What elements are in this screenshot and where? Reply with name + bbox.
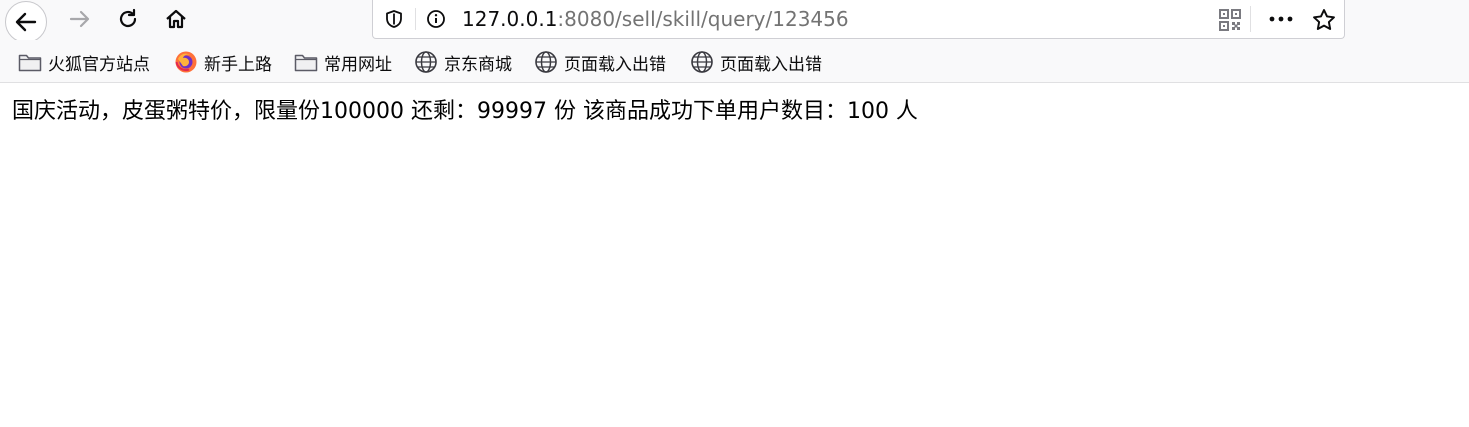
- forward-arrow-icon: [69, 10, 90, 28]
- globe-icon: [535, 51, 557, 73]
- page-body-text: 国庆活动，皮蛋粥特价，限量份100000 还剩：99997 份 该商品成功下单用…: [12, 99, 918, 124]
- url-divider: [415, 8, 416, 30]
- home-icon: [166, 9, 186, 29]
- reload-button[interactable]: [110, 1, 146, 37]
- url-path: :8080/sell/skill/query/123456: [557, 7, 849, 31]
- qr-code-icon[interactable]: [1218, 8, 1242, 36]
- page-content: 国庆活动，皮蛋粥特价，限量份100000 还剩：99997 份 该商品成功下单用…: [0, 83, 1469, 127]
- bookmark-folder-common-sites[interactable]: 常用网址: [294, 50, 392, 75]
- back-button[interactable]: [5, 1, 47, 43]
- bookmark-folder-firefox-official[interactable]: 火狐官方站点: [18, 50, 150, 75]
- url-host: 127.0.0.1: [462, 7, 558, 31]
- url-text[interactable]: 127.0.0.1:8080/sell/skill/query/123456: [462, 7, 849, 31]
- site-info-icon[interactable]: [425, 8, 447, 30]
- url-divider: [1250, 6, 1251, 32]
- forward-button[interactable]: [62, 1, 98, 37]
- folder-icon: [294, 54, 318, 72]
- bookmarks-toolbar: 火狐官方站点 新手上路 常用网址 京东商城 页面载入出错 页面载入出错: [0, 40, 1469, 83]
- bookmark-label: 京东商城: [444, 54, 512, 75]
- page-actions-more-icon[interactable]: [1268, 8, 1294, 34]
- bookmark-jd-mall[interactable]: 京东商城: [414, 50, 512, 75]
- globe-icon: [691, 51, 713, 73]
- bookmark-label: 页面载入出错: [564, 54, 666, 75]
- bookmark-star-icon[interactable]: [1311, 7, 1337, 37]
- firefox-icon: [175, 51, 197, 73]
- bookmark-getting-started[interactable]: 新手上路: [174, 50, 272, 75]
- reload-icon: [119, 8, 137, 28]
- bookmark-label: 常用网址: [324, 54, 392, 75]
- bookmark-page-load-error-2[interactable]: 页面载入出错: [690, 50, 822, 75]
- bookmark-label: 火狐官方站点: [48, 54, 150, 75]
- bookmark-label: 页面载入出错: [720, 54, 822, 75]
- globe-icon: [415, 51, 437, 73]
- bookmark-page-load-error-1[interactable]: 页面载入出错: [534, 50, 666, 75]
- bookmark-label: 新手上路: [204, 54, 272, 75]
- folder-icon: [18, 54, 42, 72]
- home-button[interactable]: [158, 1, 194, 37]
- back-arrow-icon: [15, 12, 37, 32]
- tracking-protection-shield-icon[interactable]: [383, 8, 405, 30]
- browser-toolbar: 127.0.0.1:8080/sell/skill/query/123456: [0, 0, 1469, 43]
- url-bar[interactable]: 127.0.0.1:8080/sell/skill/query/123456: [372, 0, 1345, 39]
